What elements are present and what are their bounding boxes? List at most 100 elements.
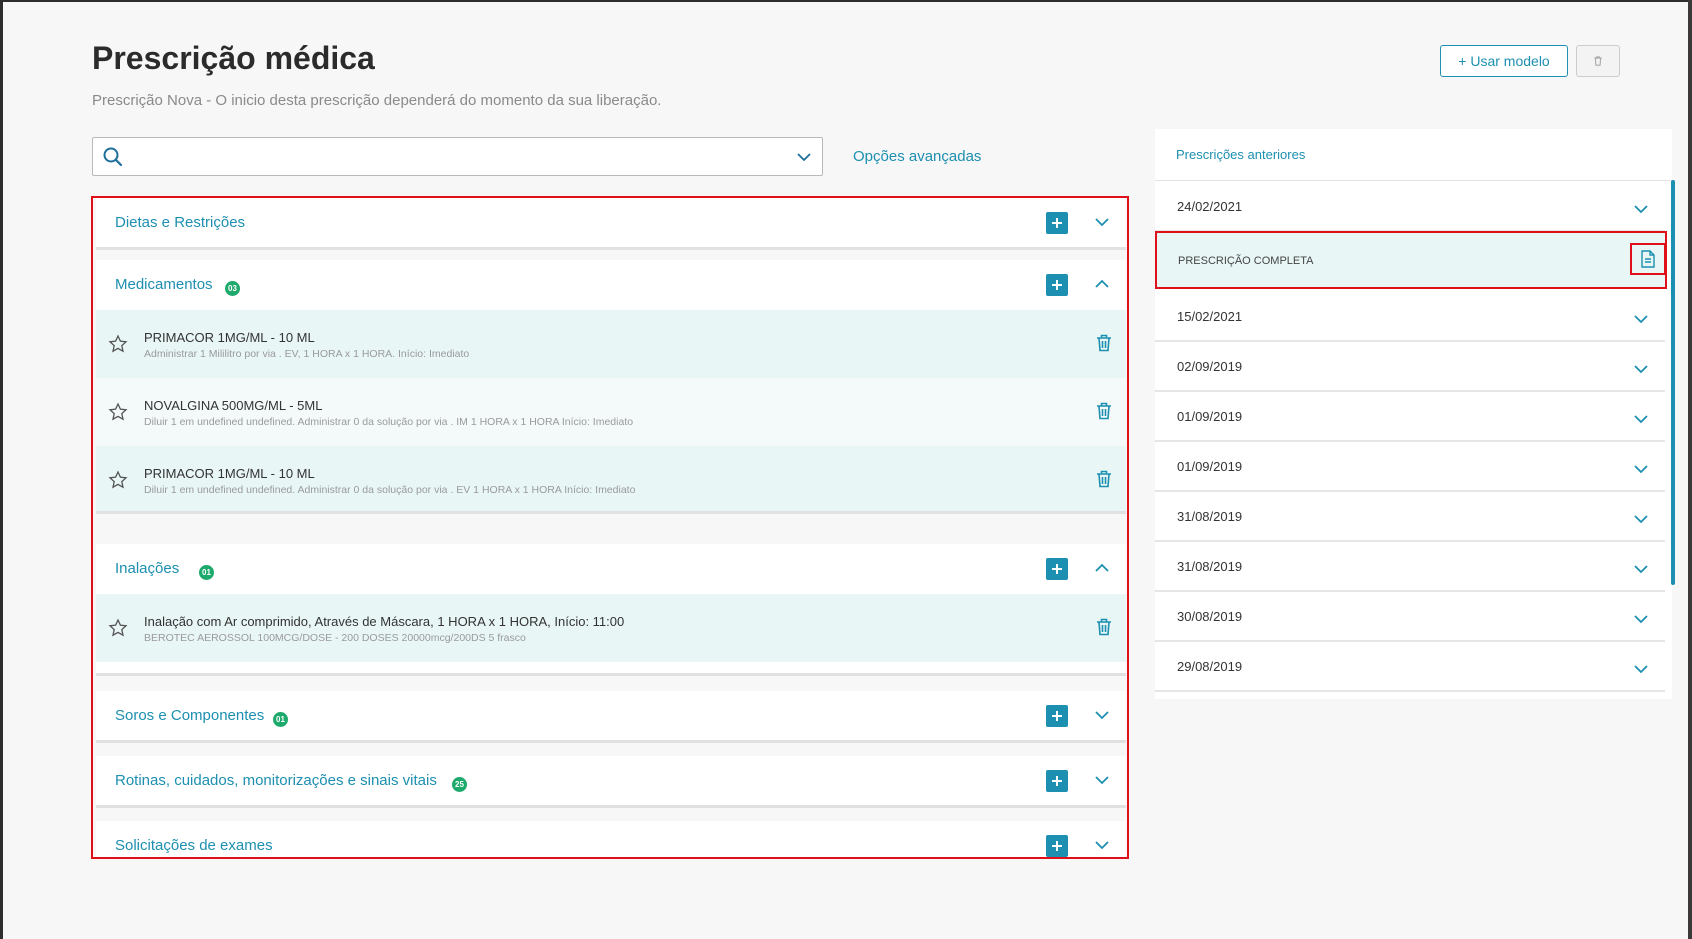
star-icon[interactable] [108, 334, 128, 354]
item-title: NOVALGINA 500MG/ML - 5ML [144, 398, 323, 413]
star-icon[interactable] [108, 470, 128, 490]
prescription-date-row[interactable]: 24/02/2021 [1155, 182, 1665, 232]
advanced-options-link[interactable]: Opções avançadas [853, 148, 981, 165]
prescription-date: 31/08/2019 [1177, 509, 1243, 524]
section-header[interactable]: Inalações 01 [96, 544, 1126, 594]
count-badge: 01 [273, 712, 288, 727]
section-inalacoes: Inalações 01 Inalação com Ar comprimido,… [96, 544, 1126, 676]
chevron-down-icon[interactable] [1633, 201, 1649, 217]
add-icon[interactable] [1046, 274, 1068, 296]
chevron-down-icon[interactable] [1633, 361, 1649, 377]
divider [96, 511, 1126, 514]
prescription-date-row[interactable]: 31/08/2019 [1155, 542, 1665, 592]
chevron-up-icon[interactable] [1094, 276, 1110, 292]
chevron-down-icon[interactable] [1633, 611, 1649, 627]
window-left-border [0, 0, 3, 939]
prescription-date-row[interactable]: 15/02/2021 [1155, 292, 1665, 342]
trash-icon[interactable] [1096, 618, 1112, 636]
section-header[interactable]: Solicitações de exames [96, 821, 1126, 857]
list-item[interactable]: Inalação com Ar comprimido, Através de M… [96, 594, 1126, 662]
list-item[interactable]: PRIMACOR 1MG/ML - 10 ML Diluir 1 em unde… [96, 446, 1126, 514]
count-badge: 25 [452, 777, 467, 792]
chevron-down-icon[interactable] [1633, 411, 1649, 427]
divider [96, 740, 1126, 743]
prescription-date-row[interactable]: 02/09/2019 [1155, 342, 1665, 392]
prescription-date-row[interactable]: 01/09/2019 [1155, 442, 1665, 492]
delete-prescription-button[interactable] [1576, 45, 1620, 77]
panel-title: Prescrições anteriores [1176, 147, 1306, 162]
prescription-date-row[interactable]: 30/08/2019 [1155, 592, 1665, 642]
complete-prescription-label: PRESCRIÇÃO COMPLETA [1178, 255, 1314, 267]
chevron-up-icon[interactable] [1094, 560, 1110, 576]
use-model-button[interactable]: + Usar modelo [1440, 45, 1568, 77]
list-item[interactable]: NOVALGINA 500MG/ML - 5ML Diluir 1 em und… [96, 378, 1126, 446]
prescription-date: 31/08/2019 [1177, 559, 1243, 574]
section-title: Inalações [115, 560, 180, 577]
section-title: Dietas e Restrições [115, 214, 246, 231]
star-icon[interactable] [108, 618, 128, 638]
chevron-down-icon[interactable] [1094, 837, 1110, 853]
count-badge: 01 [199, 565, 214, 580]
chevron-down-icon[interactable] [796, 149, 812, 165]
add-icon[interactable] [1046, 212, 1068, 234]
section-rotinas: Rotinas, cuidados, monitorizações e sina… [96, 756, 1126, 808]
section-title: Solicitações de exames [115, 837, 273, 854]
prescription-date: 24/02/2021 [1177, 199, 1243, 214]
prescription-date: 01/09/2019 [1177, 409, 1243, 424]
chevron-down-icon[interactable] [1094, 214, 1110, 230]
scrollbar[interactable] [1671, 180, 1675, 585]
section-dietas: Dietas e Restrições [96, 198, 1126, 250]
add-icon[interactable] [1046, 835, 1068, 857]
chevron-down-icon[interactable] [1094, 707, 1110, 723]
page-subtitle: Prescrição Nova - O inicio desta prescri… [92, 92, 662, 109]
prescription-date-row[interactable]: 01/09/2019 [1155, 392, 1665, 442]
add-icon[interactable] [1046, 558, 1068, 580]
trash-icon [1594, 56, 1602, 66]
add-icon[interactable] [1046, 770, 1068, 792]
section-title: Rotinas, cuidados, monitorizações e sina… [115, 772, 437, 789]
divider [96, 247, 1126, 250]
prescription-date-row[interactable]: 31/08/2019 [1155, 492, 1665, 542]
section-header[interactable]: Soros e Componentes 01 [96, 691, 1126, 741]
item-detail: BEROTEC AEROSSOL 100MCG/DOSE - 200 DOSES… [144, 632, 526, 644]
trash-icon[interactable] [1096, 470, 1112, 488]
section-header[interactable]: Medicamentos 03 [96, 260, 1126, 310]
prescription-date: 01/09/2019 [1177, 459, 1243, 474]
previous-prescriptions-panel: Prescrições anteriores 24/02/2021 PRESCR… [1155, 129, 1672, 699]
item-detail: Diluir 1 em undefined undefined. Adminis… [144, 416, 634, 428]
count-badge: 03 [225, 281, 240, 296]
prescription-date: 29/08/2019 [1177, 659, 1243, 674]
item-title: Inalação com Ar comprimido, Através de M… [144, 614, 625, 629]
previous-prescriptions-header: Prescrições anteriores [1155, 129, 1672, 181]
section-soros: Soros e Componentes 01 [96, 691, 1126, 743]
section-title: Soros e Componentes [115, 707, 265, 724]
chevron-down-icon[interactable] [1633, 661, 1649, 677]
chevron-down-icon[interactable] [1633, 311, 1649, 327]
page-title: Prescrição médica [92, 40, 375, 76]
use-model-label: + Usar modelo [1458, 53, 1550, 69]
divider [96, 673, 1126, 676]
prescription-date: 15/02/2021 [1177, 309, 1243, 324]
chevron-down-icon[interactable] [1633, 511, 1649, 527]
section-medicamentos: Medicamentos 03 PRIMACOR 1MG/ML - 10 ML … [96, 260, 1126, 514]
prescription-date-row[interactable]: 29/08/2019 [1155, 642, 1665, 692]
list-item[interactable]: PRIMACOR 1MG/ML - 10 ML Administrar 1 Mi… [96, 310, 1126, 378]
chevron-down-icon[interactable] [1094, 772, 1110, 788]
trash-icon[interactable] [1096, 334, 1112, 352]
section-header[interactable]: Dietas e Restrições [96, 198, 1126, 248]
window-right-border [1688, 0, 1692, 939]
document-icon[interactable] [1630, 243, 1666, 275]
section-title: Medicamentos [115, 276, 213, 293]
search-icon [103, 147, 123, 167]
chevron-down-icon[interactable] [1633, 561, 1649, 577]
item-title: PRIMACOR 1MG/ML - 10 ML [144, 466, 315, 481]
add-icon[interactable] [1046, 705, 1068, 727]
prescription-sections-panel: Dietas e Restrições Medicamentos 03 PRIM… [91, 196, 1129, 859]
chevron-down-icon[interactable] [1633, 461, 1649, 477]
section-header[interactable]: Rotinas, cuidados, monitorizações e sina… [96, 756, 1126, 806]
star-icon[interactable] [108, 402, 128, 422]
search-input[interactable] [92, 137, 823, 176]
trash-icon[interactable] [1096, 402, 1112, 420]
prescription-date: 02/09/2019 [1177, 359, 1243, 374]
complete-prescription-row[interactable]: PRESCRIÇÃO COMPLETA [1155, 231, 1667, 289]
